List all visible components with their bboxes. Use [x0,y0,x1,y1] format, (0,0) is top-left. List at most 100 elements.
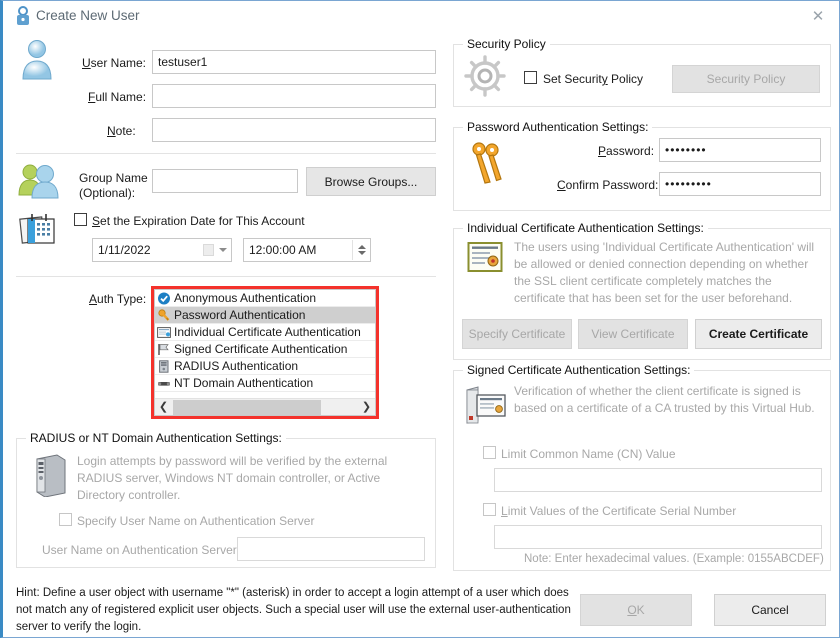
window-title: Create New User [36,8,140,23]
auth-type-label: Auth Type: [89,292,147,306]
auth-list-item-label: Anonymous Authentication [174,291,317,305]
signed-cert-title: Signed Certificate Authentication Settin… [463,363,695,377]
limit-serial-input[interactable] [494,525,822,549]
auth-list-item-3[interactable]: Signed Certificate Authentication [155,341,375,358]
individual-cert-group: Individual Certificate Authentication Se… [453,221,831,360]
confirm-password-label: Confirm Password: [557,178,659,192]
security-policy-button[interactable]: Security Policy [672,65,820,93]
cancel-button[interactable]: Cancel [714,594,826,626]
cancel-label: Cancel [751,603,789,617]
expiration-checkbox-label: Set the Expiration Date for This Account [92,214,305,228]
limit-cn-input[interactable] [494,468,822,492]
title-bar: Create New User ✕ [3,1,839,32]
specify-username-checkbox[interactable] [59,513,72,526]
calendar-icon [19,211,57,247]
key-icon [157,309,171,322]
security-policy-title: Security Policy [463,37,550,51]
expiration-checkbox[interactable] [74,213,87,226]
auth-server-username-label: User Name on Authentication Server: [42,543,241,557]
group-name-label-line1: Group Name [79,171,148,185]
security-policy-button-label: Security Policy [706,72,786,86]
password-label: Password: [598,144,655,158]
group-users-icon [17,161,61,201]
signed-cert-group: Signed Certificate Authentication Settin… [453,363,831,571]
server-tower-icon [33,453,69,498]
password-settings-title: Password Authentication Settings: [463,120,653,134]
certificate-icon [157,326,171,339]
auth-type-list[interactable]: Anonymous Authentication Password Authen… [154,289,376,416]
check-circle-icon [157,292,171,305]
create-certificate-label: Create Certificate [708,327,809,341]
limit-cn-label: Limit Common Name (CN) Value [501,447,676,461]
auth-list-item-label: Signed Certificate Authentication [174,342,348,356]
server-icon [157,360,171,373]
signed-cert-description: Verification of whether the client certi… [514,384,815,415]
password-input[interactable] [659,138,821,162]
auth-list-item-4[interactable]: RADIUS Authentication [155,358,375,375]
auth-list-horizontal-scrollbar[interactable]: ❮ ❯ [155,398,375,415]
flag-certificate-icon [157,343,171,356]
individual-cert-title: Individual Certificate Authentication Se… [463,221,708,235]
auth-list-item-5[interactable]: NT Domain Authentication [155,375,375,392]
note-label: Note: [107,124,136,138]
footer-hint: Hint: Define a user object with username… [16,587,571,633]
expiration-date-value: 1/11/2022 [98,243,151,257]
create-certificate-button[interactable]: Create Certificate [695,319,822,349]
keys-icon [468,140,510,186]
group-name-input[interactable] [152,169,298,193]
auth-list-item-label: NT Domain Authentication [174,376,314,390]
full-name-label: Full Name: [88,90,147,104]
confirm-password-input[interactable] [659,172,821,196]
divider-2 [16,276,436,277]
group-name-label-line2: (Optional): [79,186,136,200]
user-name-label: User Name: [82,56,147,70]
auth-list-item-2[interactable]: Individual Certificate Authentication [155,324,375,341]
time-spinner[interactable] [352,240,369,260]
full-name-input[interactable] [152,84,436,108]
individual-cert-description: The users using 'Individual Certificate … [514,240,815,305]
user-name-input[interactable] [152,50,436,74]
divider [16,153,436,154]
auth-list-item-label: Password Authentication [174,308,306,322]
auth-list-item-0[interactable]: Anonymous Authentication [155,290,375,307]
expiration-time-value: 12:00:00 AM [249,243,317,257]
browse-groups-button[interactable]: Browse Groups... [306,167,436,196]
close-icon[interactable]: ✕ [797,3,839,30]
user-icon [17,37,57,81]
auth-list-item-label: RADIUS Authentication [174,359,299,373]
view-certificate-label: View Certificate [591,327,675,341]
auth-server-username-input[interactable] [237,537,425,561]
certificate-award-icon [467,241,503,275]
date-dropdown-icon[interactable] [203,243,227,258]
set-security-policy-checkbox[interactable] [524,71,537,84]
radius-settings-title: RADIUS or NT Domain Authentication Setti… [26,431,286,445]
browse-groups-label: Browse Groups... [324,174,418,189]
chevron-right-icon[interactable]: ❯ [358,399,375,415]
limit-serial-checkbox[interactable] [483,503,496,516]
auth-list-item-1[interactable]: Password Authentication [155,307,375,324]
ok-button[interactable]: OK [580,594,692,626]
security-policy-group: Security Policy Set Security Policy Secu… [453,37,831,107]
expiration-date-field[interactable]: 1/11/2022 [92,238,232,262]
set-security-policy-label: Set Security Policy [543,72,644,86]
signed-certificate-icon [464,385,508,425]
chevron-left-icon[interactable]: ❮ [155,399,172,415]
password-settings-group: Password Authentication Settings: Passwo… [453,120,831,211]
auth-list-item-label: Individual Certificate Authentication [174,325,361,339]
radius-settings-group: RADIUS or NT Domain Authentication Setti… [16,431,436,568]
ok-label: OK [627,603,645,617]
note-input[interactable] [152,118,436,142]
specify-certificate-label: Specify Certificate [468,327,566,341]
gear-icon [462,53,508,99]
scrollbar-thumb[interactable] [173,400,321,415]
user-lock-icon [14,6,32,26]
specify-username-label: Specify User Name on Authentication Serv… [77,514,315,528]
nt-domain-icon [157,377,171,390]
serial-note: Note: Enter hexadecimal values. (Example… [524,553,824,565]
view-certificate-button[interactable]: View Certificate [578,319,688,349]
limit-cn-checkbox[interactable] [483,446,496,459]
specify-certificate-button[interactable]: Specify Certificate [462,319,572,349]
create-new-user-dialog: Create New User ✕ User Name: Full Name: … [0,0,840,638]
expiration-time-field[interactable]: 12:00:00 AM [243,238,371,262]
limit-serial-label: Limit Values of the Certificate Serial N… [501,504,737,518]
